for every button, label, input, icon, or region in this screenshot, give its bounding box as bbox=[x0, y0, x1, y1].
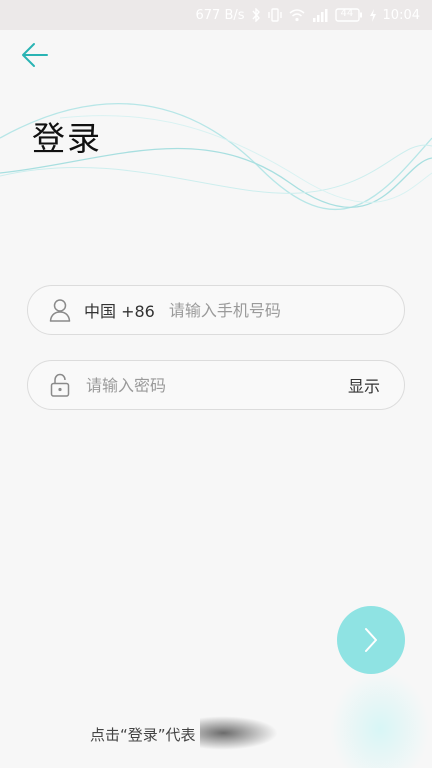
country-code-selector[interactable]: 中国 +86 bbox=[84, 298, 155, 322]
status-bar: 677 B/s 44 10:04 bbox=[0, 0, 432, 30]
password-input[interactable] bbox=[84, 374, 348, 396]
bluetooth-icon bbox=[251, 8, 261, 22]
clock-time: 10:04 bbox=[382, 7, 420, 23]
vibrate-icon bbox=[267, 8, 283, 22]
battery-icon: 44 bbox=[334, 8, 363, 22]
obscured-region bbox=[200, 716, 278, 750]
page-title: 登录 bbox=[32, 119, 102, 158]
network-speed: 677 B/s bbox=[195, 7, 245, 23]
signal-icon bbox=[311, 8, 329, 22]
wifi-icon bbox=[289, 8, 305, 22]
lock-icon bbox=[48, 373, 72, 397]
show-password-toggle[interactable]: 显示 bbox=[348, 373, 380, 397]
phone-field[interactable]: 中国 +86 bbox=[27, 285, 405, 335]
charging-icon bbox=[369, 8, 377, 22]
agreement-text: 点击“登录”代表 bbox=[90, 726, 196, 744]
phone-input[interactable] bbox=[166, 299, 404, 321]
battery-level: 44 bbox=[340, 8, 354, 19]
back-button[interactable] bbox=[18, 38, 52, 72]
next-button[interactable] bbox=[337, 606, 405, 674]
button-glow bbox=[330, 670, 430, 768]
arrow-left-icon bbox=[22, 43, 48, 67]
user-icon bbox=[48, 298, 72, 322]
chevron-right-icon bbox=[365, 628, 377, 652]
password-field[interactable]: 显示 bbox=[27, 360, 405, 410]
